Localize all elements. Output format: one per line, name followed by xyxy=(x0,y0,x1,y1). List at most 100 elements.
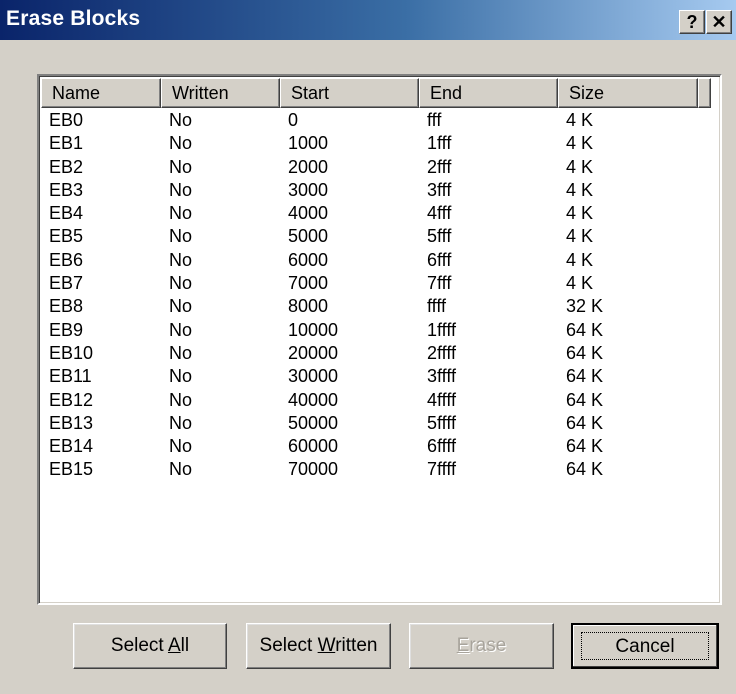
cell-start: 7000 xyxy=(288,273,329,294)
close-icon: ✕ xyxy=(711,12,727,32)
help-button[interactable]: ? xyxy=(679,10,705,34)
cell-name: EB3 xyxy=(49,179,84,200)
cell-end: 7ffff xyxy=(427,459,457,480)
cell-size: 64 K xyxy=(566,436,604,457)
cell-size: 4 K xyxy=(566,273,594,294)
select-all-mnemonic: A xyxy=(167,635,181,656)
cell-size: 4 K xyxy=(566,110,594,130)
cell-written: No xyxy=(169,203,193,224)
cell-size: 64 K xyxy=(566,342,604,363)
cell-end: 2ffff xyxy=(427,342,457,363)
table-row[interactable]: EB6 No 6000 6fff 4 K xyxy=(41,249,720,272)
table-row[interactable]: EB14 No 60000 6ffff 64 K xyxy=(41,435,720,458)
cell-written: No xyxy=(169,226,193,247)
cell-size: 4 K xyxy=(566,133,594,154)
table-row[interactable]: EB10 No 20000 2ffff 64 K xyxy=(41,342,720,365)
select-written-button[interactable]: Select Written xyxy=(246,623,391,669)
cell-name: EB7 xyxy=(49,273,84,294)
cell-written: No xyxy=(169,319,193,340)
cell-name: EB2 xyxy=(49,156,84,177)
table-row[interactable]: EB9 No 10000 1ffff 64 K xyxy=(41,319,720,342)
cell-end: 2fff xyxy=(427,156,452,177)
cell-written: No xyxy=(169,273,193,294)
cell-end: 5fff xyxy=(427,226,452,247)
table-row[interactable]: EB12 No 40000 4ffff 64 K xyxy=(41,389,720,412)
table-row[interactable]: EB15 No 70000 7ffff 64 K xyxy=(41,458,720,481)
cell-written: No xyxy=(169,156,193,177)
table-row[interactable]: EB0 No 0 fff 4 K xyxy=(41,109,720,132)
cell-size: 64 K xyxy=(566,459,604,480)
title-bar[interactable]: Erase Blocks ? ✕ xyxy=(0,0,736,40)
cell-name: EB5 xyxy=(49,226,84,247)
column-header-start[interactable]: Start xyxy=(280,78,419,108)
select-all-label-pre: Select xyxy=(110,635,168,656)
cancel-button[interactable]: Cancel xyxy=(571,623,719,669)
cell-start: 2000 xyxy=(288,156,329,177)
table-row[interactable]: EB8 No 8000 ffff 32 K xyxy=(41,295,720,318)
list-header: Name Written Start End Size xyxy=(41,78,720,108)
cell-start: 40000 xyxy=(288,389,339,410)
cell-written: No xyxy=(169,436,193,457)
cell-size: 32 K xyxy=(566,296,604,317)
cell-start: 8000 xyxy=(288,296,329,317)
cell-end: 4ffff xyxy=(427,389,457,410)
cell-name: EB13 xyxy=(49,412,94,433)
cell-name: EB15 xyxy=(49,459,94,480)
cell-start: 60000 xyxy=(288,436,339,457)
cell-written: No xyxy=(169,412,193,433)
cell-end: 6fff xyxy=(427,249,452,270)
cell-end: 4fff xyxy=(427,203,452,224)
table-row[interactable]: EB11 No 30000 3ffff 64 K xyxy=(41,365,720,388)
column-header-name[interactable]: Name xyxy=(41,78,161,108)
column-header-written[interactable]: Written xyxy=(161,78,280,108)
cell-written: No xyxy=(169,110,193,130)
erase-blocks-list[interactable]: Name Written Start End Size EB0 No 0 fff 4 K… xyxy=(37,74,722,605)
table-row[interactable]: EB1 No 1000 1fff 4 K xyxy=(41,132,720,155)
cell-written: No xyxy=(169,366,193,387)
cell-name: EB6 xyxy=(49,249,84,270)
cell-size: 4 K xyxy=(566,249,594,270)
table-row[interactable]: EB7 No 7000 7fff 4 K xyxy=(41,272,720,295)
cell-written: No xyxy=(169,133,193,154)
select-written-mnemonic: W xyxy=(317,635,336,656)
cell-name: EB9 xyxy=(49,319,84,340)
cell-size: 4 K xyxy=(566,226,594,247)
table-row[interactable]: EB3 No 3000 3fff 4 K xyxy=(41,179,720,202)
cell-start: 4000 xyxy=(288,203,329,224)
erase-mnemonic: E xyxy=(456,635,470,656)
column-header-size[interactable]: Size xyxy=(558,78,698,108)
table-row[interactable]: EB5 No 5000 5fff 4 K xyxy=(41,225,720,248)
cell-start: 50000 xyxy=(288,412,339,433)
select-written-label-post: ritten xyxy=(335,635,378,656)
cell-name: EB4 xyxy=(49,203,84,224)
table-row[interactable]: EB4 No 4000 4fff 4 K xyxy=(41,202,720,225)
erase-button[interactable]: Erase xyxy=(409,623,554,669)
cell-size: 4 K xyxy=(566,179,594,200)
cell-name: EB12 xyxy=(49,389,94,410)
cell-end: 3ffff xyxy=(427,366,457,387)
cell-start: 3000 xyxy=(288,179,329,200)
cell-written: No xyxy=(169,342,193,363)
cell-name: EB11 xyxy=(49,366,92,387)
cell-end: 7fff xyxy=(427,273,452,294)
column-header-filler xyxy=(698,78,711,108)
table-row[interactable]: EB13 No 50000 5ffff 64 K xyxy=(41,412,720,435)
cell-start: 20000 xyxy=(288,342,339,363)
cell-start: 6000 xyxy=(288,249,329,270)
cell-end: fff xyxy=(427,110,442,130)
table-row[interactable]: EB2 No 2000 2fff 4 K xyxy=(41,156,720,179)
cell-name: EB14 xyxy=(49,436,94,457)
select-all-button[interactable]: Select All xyxy=(73,623,227,669)
cell-name: EB10 xyxy=(49,342,94,363)
cell-size: 4 K xyxy=(566,203,594,224)
cell-name: EB8 xyxy=(49,296,84,317)
cell-name: EB1 xyxy=(49,133,84,154)
cell-start: 70000 xyxy=(288,459,339,480)
select-all-label-post: ll xyxy=(180,635,190,656)
close-button[interactable]: ✕ xyxy=(706,10,732,34)
cell-end: 1ffff xyxy=(427,319,457,340)
cell-size: 4 K xyxy=(566,156,594,177)
cell-start: 0 xyxy=(288,110,299,130)
cell-end: 3fff xyxy=(427,179,452,200)
column-header-end[interactable]: End xyxy=(419,78,558,108)
